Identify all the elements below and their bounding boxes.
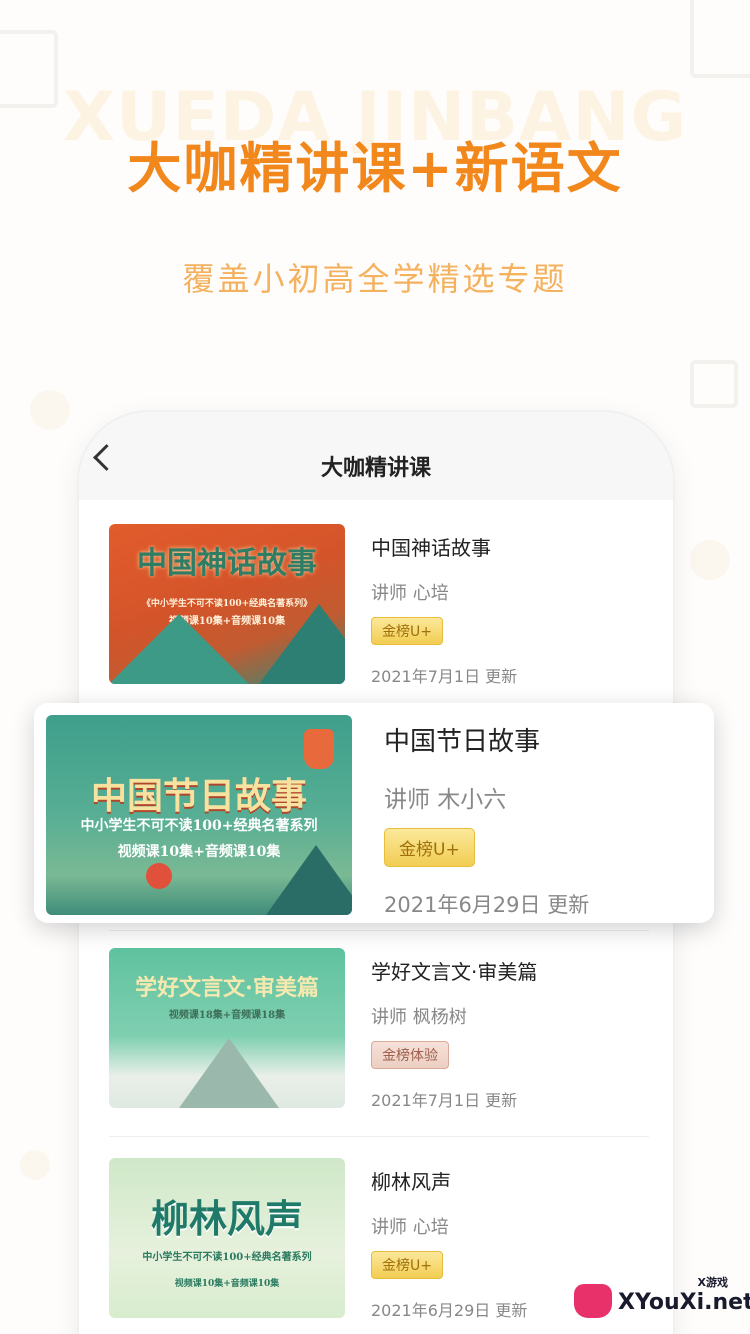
sun-icon (146, 863, 172, 889)
bg-decoration (30, 390, 70, 430)
logo-text: XYouXi.net (618, 1290, 750, 1315)
update-date: 2021年7月1日 更新 (371, 1091, 518, 1110)
thumbnail-subtitle: 视频课10集+音频课10集 (174, 1279, 280, 1289)
lantern-icon (304, 729, 334, 769)
course-teacher: 讲师 枫杨树 (371, 1007, 467, 1028)
course-thumbnail: 中国节日故事 中小学生不可不读100+经典名著系列 视频课10集+音频课10集 (46, 715, 352, 915)
thumbnail-subtitle: 视频课18集+音频课18集 (168, 1010, 286, 1021)
thumbnail-title: 柳林风声 (150, 1196, 303, 1241)
thumbnail-title: 学好文言文·审美篇 (135, 975, 319, 1001)
course-info: 柳林风声 讲师 心培 金榜U+ 2021年6月29日 更新 (371, 1158, 527, 1321)
thumbnail-subtitle: 中小学生不可不读100+经典名著系列 (80, 818, 318, 834)
mountain-illustration (266, 845, 352, 915)
list-item[interactable]: 学好文言文·审美篇 视频课18集+音频课18集 学好文言文·审美篇 讲师 枫杨树… (79, 948, 673, 1148)
update-date: 2021年6月29日 更新 (384, 893, 590, 917)
trial-badge: 金榜体验 (371, 1041, 449, 1069)
nav-bar: 大咖精讲课 (79, 412, 673, 500)
mountain-illustration (259, 604, 345, 684)
course-thumbnail: 学好文言文·审美篇 视频课18集+音频课18集 (109, 948, 345, 1108)
course-thumbnail: 柳林风声 中小学生不可不读100+经典名著系列 视频课10集+音频课10集 (109, 1158, 345, 1318)
course-thumbnail: 中国神话故事 《中小学生不可不读100+经典名著系列》 视频课10集+音频课10… (109, 524, 345, 684)
bg-decoration (20, 1150, 50, 1180)
logo-small-text: X游戏 (697, 1276, 728, 1289)
divider (109, 1136, 649, 1137)
mountain-illustration (179, 1038, 279, 1108)
thumbnail-title: 中国神话故事 (137, 546, 317, 581)
vip-badge: 金榜U+ (371, 617, 443, 645)
mountain-illustration (109, 614, 249, 684)
course-info: 学好文言文·审美篇 讲师 枫杨树 金榜体验 2021年7月1日 更新 (371, 948, 537, 1111)
course-teacher: 讲师 木小六 (384, 787, 507, 813)
course-info: 中国节日故事 讲师 木小六 金榜U+ 2021年6月29日 更新 (384, 717, 589, 919)
vip-badge: 金榜U+ (384, 828, 475, 867)
site-logo: X游戏 XYouXi.net (570, 1276, 750, 1324)
list-item[interactable]: 中国神话故事 《中小学生不可不读100+经典名著系列》 视频课10集+音频课10… (79, 524, 673, 724)
bg-decoration (690, 540, 730, 580)
hero-subtitle: 覆盖小初高全学精选专题 (182, 260, 568, 298)
update-date: 2021年6月29日 更新 (371, 1301, 528, 1320)
update-date: 2021年7月1日 更新 (371, 667, 518, 686)
gamepad-icon (574, 1284, 612, 1318)
thumbnail-title: 中国节日故事 (90, 775, 307, 817)
thumbnail-subtitle: 中小学生不可不读100+经典名著系列 (142, 1252, 312, 1263)
hero-title: 大咖精讲课+新语文 (127, 137, 623, 200)
vip-badge: 金榜U+ (371, 1251, 443, 1279)
course-teacher: 讲师 心培 (371, 1217, 449, 1238)
bg-decoration (690, 360, 738, 408)
nav-title: 大咖精讲课 (320, 456, 431, 481)
course-teacher: 讲师 心培 (371, 583, 449, 604)
bg-decoration (690, 0, 750, 78)
course-name: 柳林风声 (371, 1170, 451, 1194)
featured-course-card[interactable]: 中国节日故事 中小学生不可不读100+经典名著系列 视频课10集+音频课10集 … (34, 703, 714, 923)
course-name: 中国节日故事 (384, 727, 541, 757)
app-screenshot: XUEDA JINBANG 大咖精讲课+新语文 覆盖小初高全学精选专题 大咖精讲… (0, 0, 750, 1334)
course-name: 中国神话故事 (371, 536, 491, 560)
course-name: 学好文言文·审美篇 (371, 960, 538, 984)
course-info: 中国神话故事 讲师 心培 金榜U+ 2021年7月1日 更新 (371, 524, 517, 687)
divider (109, 930, 649, 931)
